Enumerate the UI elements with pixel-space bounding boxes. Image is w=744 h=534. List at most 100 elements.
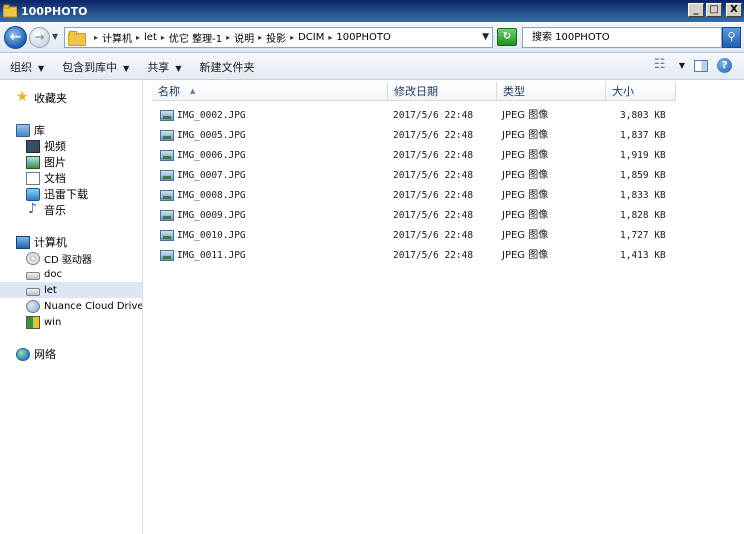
table-row[interactable]: IMG_0008.JPG 2017/5/6 22:48 JPEG 图像 1,83… bbox=[144, 186, 744, 205]
file-size: 3,803 KB bbox=[620, 110, 666, 121]
search-input[interactable]: 搜索 100PHOTO bbox=[522, 27, 722, 48]
sidebar-item-documents[interactable]: 文档 bbox=[0, 170, 142, 186]
file-modified: 2017/5/6 22:48 bbox=[393, 250, 474, 261]
minimize-button[interactable]: _ bbox=[688, 3, 704, 17]
column-header-size[interactable]: 大小 bbox=[606, 82, 676, 101]
sidebar-item-win[interactable]: win bbox=[0, 314, 142, 330]
breadcrumb-let[interactable]: let bbox=[144, 32, 157, 43]
chevron-right-icon[interactable]: ▸ bbox=[258, 33, 262, 42]
sidebar-item-music[interactable]: 音乐 bbox=[0, 201, 142, 218]
file-size: 1,833 KB bbox=[620, 190, 666, 201]
search-icon[interactable]: ⚲ bbox=[722, 27, 741, 48]
chevron-down-icon: ▼ bbox=[175, 63, 182, 73]
breadcrumb-100photo[interactable]: 100PHOTO bbox=[336, 32, 391, 43]
image-file-icon bbox=[160, 230, 174, 241]
sidebar-item-network[interactable]: 网络 bbox=[0, 346, 142, 362]
sidebar-item-label: 视频 bbox=[44, 140, 66, 153]
sidebar-item-pictures[interactable]: 图片 bbox=[0, 154, 142, 170]
sidebar-item-label: 计算机 bbox=[34, 236, 67, 249]
sidebar-item-doc[interactable]: doc bbox=[0, 266, 142, 282]
video-icon bbox=[26, 139, 40, 153]
preview-pane-icon[interactable] bbox=[694, 59, 708, 72]
forward-button[interactable]: → bbox=[29, 27, 50, 48]
file-modified: 2017/5/6 22:48 bbox=[393, 170, 474, 181]
title-bar[interactable]: 100PHOTO _ □ X bbox=[0, 0, 744, 22]
file-name: IMG_0005.JPG bbox=[177, 130, 246, 141]
windows-drive-icon bbox=[26, 315, 40, 329]
column-header-label: 类型 bbox=[503, 85, 525, 98]
file-type: JPEG 图像 bbox=[502, 250, 549, 261]
close-button[interactable]: X bbox=[726, 3, 742, 17]
chevron-right-icon[interactable]: ▸ bbox=[94, 33, 98, 42]
file-modified: 2017/5/6 22:48 bbox=[393, 130, 474, 141]
column-header-type[interactable]: 类型 bbox=[497, 82, 606, 101]
breadcrumb-manual[interactable]: 说明 bbox=[234, 30, 254, 45]
breadcrumb-computer[interactable]: 计算机 bbox=[102, 30, 132, 45]
address-dropdown-icon[interactable]: ▼ bbox=[482, 32, 489, 42]
chevron-right-icon[interactable]: ▸ bbox=[136, 33, 140, 42]
back-button[interactable]: ← bbox=[4, 26, 27, 49]
organize-menu[interactable]: 组织 ▼ bbox=[10, 59, 44, 75]
table-row[interactable]: IMG_0007.JPG 2017/5/6 22:48 JPEG 图像 1,85… bbox=[144, 166, 744, 185]
chevron-right-icon[interactable]: ▸ bbox=[328, 33, 332, 42]
share-menu[interactable]: 共享 ▼ bbox=[147, 59, 181, 75]
sidebar-item-favorites[interactable]: 收藏夹 bbox=[0, 89, 142, 106]
history-dropdown-icon[interactable]: ▼ bbox=[52, 32, 58, 41]
chevron-down-icon[interactable]: ▼ bbox=[679, 61, 685, 70]
folder-icon bbox=[68, 31, 86, 46]
file-name: IMG_0009.JPG bbox=[177, 210, 246, 221]
file-name: IMG_0008.JPG bbox=[177, 190, 246, 201]
window-title: 100PHOTO bbox=[21, 4, 88, 18]
table-row[interactable]: IMG_0009.JPG 2017/5/6 22:48 JPEG 图像 1,82… bbox=[144, 206, 744, 225]
file-size: 1,828 KB bbox=[620, 210, 666, 221]
chevron-down-icon: ▼ bbox=[123, 63, 130, 73]
sidebar-item-nuance-cloud-drive[interactable]: Nuance Cloud Drive bbox=[0, 298, 142, 314]
music-icon bbox=[26, 201, 40, 217]
image-file-icon bbox=[160, 150, 174, 161]
library-icon bbox=[16, 123, 30, 137]
new-folder-button[interactable]: 新建文件夹 bbox=[199, 59, 254, 75]
table-row[interactable]: IMG_0006.JPG 2017/5/6 22:48 JPEG 图像 1,91… bbox=[144, 146, 744, 165]
breadcrumb-dcim[interactable]: DCIM bbox=[298, 32, 324, 43]
breadcrumb-folder[interactable]: 优它 整理-1 bbox=[169, 30, 222, 45]
column-header-label: 名称 bbox=[158, 85, 180, 98]
sidebar-item-videos[interactable]: 视频 bbox=[0, 138, 142, 154]
column-header-name[interactable]: 名称 ▲ bbox=[152, 82, 388, 101]
help-icon[interactable]: ? bbox=[717, 58, 732, 73]
file-type: JPEG 图像 bbox=[502, 170, 549, 181]
sidebar-item-computer[interactable]: 计算机 bbox=[0, 234, 142, 250]
column-header-modified[interactable]: 修改日期 bbox=[388, 82, 497, 101]
sort-ascending-icon: ▲ bbox=[190, 87, 196, 95]
chevron-right-icon[interactable]: ▸ bbox=[226, 33, 230, 42]
table-row[interactable]: IMG_0005.JPG 2017/5/6 22:48 JPEG 图像 1,83… bbox=[144, 126, 744, 145]
drive-icon bbox=[26, 287, 40, 296]
cloud-drive-icon bbox=[26, 299, 40, 313]
table-row[interactable]: IMG_0010.JPG 2017/5/6 22:48 JPEG 图像 1,72… bbox=[144, 226, 744, 245]
file-size: 1,837 KB bbox=[620, 130, 666, 141]
include-library-menu[interactable]: 包含到库中 ▼ bbox=[62, 59, 129, 75]
sidebar-item-let[interactable]: let bbox=[0, 282, 142, 298]
file-name: IMG_0002.JPG bbox=[177, 110, 246, 121]
table-row[interactable]: IMG_0002.JPG 2017/5/6 22:48 JPEG 图像 3,80… bbox=[144, 106, 744, 125]
maximize-button[interactable]: □ bbox=[706, 3, 722, 17]
address-bar[interactable]: ▸ 计算机 ▸ let ▸ 优它 整理-1 ▸ 说明 ▸ 投影 ▸ DCIM ▸… bbox=[64, 27, 493, 48]
network-icon bbox=[16, 347, 30, 361]
table-row[interactable]: IMG_0011.JPG 2017/5/6 22:48 JPEG 图像 1,41… bbox=[144, 246, 744, 265]
chevron-right-icon[interactable]: ▸ bbox=[161, 33, 165, 42]
view-options-icon[interactable] bbox=[654, 57, 670, 72]
file-type: JPEG 图像 bbox=[502, 130, 549, 141]
command-bar: 组织 ▼ 包含到库中 ▼ 共享 ▼ 新建文件夹 ▼ ? bbox=[0, 54, 744, 80]
breadcrumb-projection[interactable]: 投影 bbox=[266, 30, 286, 45]
sidebar-item-libraries[interactable]: 库 bbox=[0, 122, 142, 138]
chevron-right-icon[interactable]: ▸ bbox=[290, 33, 294, 42]
picture-icon bbox=[26, 155, 40, 169]
sidebar-item-label: CD 驱动器 bbox=[44, 254, 92, 266]
file-type: JPEG 图像 bbox=[502, 190, 549, 201]
image-file-icon bbox=[160, 170, 174, 181]
column-header-label: 大小 bbox=[612, 85, 634, 98]
sidebar-item-label: Nuance Cloud Drive bbox=[44, 300, 143, 312]
refresh-button[interactable]: ↻ bbox=[497, 28, 517, 46]
sidebar-item-thunder-downloads[interactable]: 迅雷下载 bbox=[0, 186, 142, 202]
chevron-down-icon: ▼ bbox=[38, 63, 45, 73]
sidebar-item-cd-drive[interactable]: CD 驱动器 bbox=[0, 250, 142, 266]
